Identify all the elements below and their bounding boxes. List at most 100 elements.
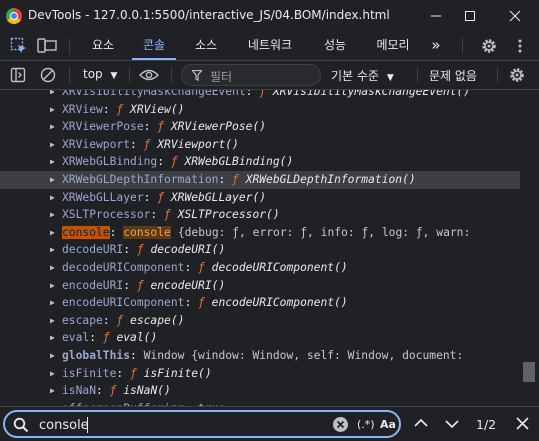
expand-arrow-icon[interactable]: ▶ (50, 347, 55, 365)
property-key: XRViewport (62, 137, 131, 151)
tab-console[interactable]: 콘솔 (132, 32, 176, 60)
console-property-row[interactable]: ▶ XRWebGLLayer: ƒ XRWebGLLayer() (0, 189, 520, 207)
property-key: isFinite (62, 366, 117, 380)
tab-memory[interactable]: 메모리 (365, 32, 421, 60)
previous-match-icon[interactable] (414, 418, 428, 428)
match-case-toggle[interactable]: Aa (380, 418, 396, 431)
property-value: isNaN() (123, 384, 171, 398)
console-property-row[interactable]: ▶ XRWebGLDepthInformation: ƒ XRWebGLDepth… (0, 171, 520, 189)
property-value: isFinite() (143, 366, 212, 380)
console-property-row[interactable]: ▶ decodeURI: ƒ decodeURI() (0, 241, 520, 259)
tab-network[interactable]: 네트워크 (236, 32, 304, 60)
property-value: XRViewport() (157, 137, 239, 151)
property-value: XRVisibilityMaskChangeEvent() (272, 90, 471, 98)
expand-arrow-icon[interactable]: ▶ (50, 329, 55, 347)
clear-console-icon[interactable] (38, 65, 58, 85)
expand-arrow-icon[interactable]: ▶ (50, 294, 55, 312)
console-property-row[interactable]: ▶ encodeURI: ƒ encodeURI() (0, 277, 520, 295)
expand-arrow-icon[interactable]: ▶ (50, 171, 55, 189)
tab-elements[interactable]: 요소 (82, 32, 124, 60)
log-levels-label: 기본 수준 (331, 69, 379, 83)
panel-tab-bar: 요소 콘솔 소스 네트워크 성능 메모리 » (0, 32, 539, 61)
expand-arrow-icon[interactable]: ▶ (50, 259, 55, 277)
expand-arrow-icon[interactable]: ▶ (50, 101, 55, 119)
expand-arrow-icon[interactable]: ▶ (50, 153, 55, 171)
console-property-row[interactable]: ▶ isNaN: ƒ isNaN() (0, 382, 520, 400)
chrome-icon (6, 8, 22, 24)
console-property-row[interactable]: ▶ encodeURIComponent: ƒ encodeURIComponen… (0, 294, 520, 312)
property-key: XRWebGLBinding (62, 155, 158, 169)
console-property-row[interactable]: ▶ XRViewport: ƒ XRViewport() (0, 136, 520, 154)
chevron-down-icon: ▼ (110, 71, 118, 81)
console-property-row[interactable]: ▶ XRView: ƒ XRView() (0, 101, 520, 119)
minimize-button[interactable] (419, 0, 453, 32)
expand-arrow-icon[interactable]: ▶ (50, 224, 55, 242)
property-key: decodeURI (62, 243, 124, 257)
expand-arrow-icon[interactable]: ▶ (50, 312, 55, 330)
search-input[interactable]: console (39, 418, 89, 433)
more-options-icon[interactable] (510, 36, 530, 56)
live-expression-eye-icon[interactable] (139, 65, 159, 85)
more-tabs-button[interactable]: » (424, 32, 448, 60)
property-key: XRViewerPose (62, 120, 144, 134)
console-property-row[interactable]: ▶ XRVisibilityMaskChangeEvent: ƒ XRVisibi… (0, 90, 520, 101)
property-key: encodeURIComponent (62, 296, 185, 310)
search-field[interactable]: console (.*) Aa (3, 410, 401, 438)
search-icon (13, 417, 29, 433)
issues-counter[interactable]: 문제 없음 (429, 67, 477, 84)
property-value: XRWebGLLayer() (170, 190, 267, 204)
property-key: XRView (62, 102, 103, 116)
scrollbar-thumb[interactable] (523, 362, 535, 382)
regex-toggle[interactable]: (.*) (357, 418, 375, 431)
property-value: decodeURI() (150, 243, 226, 257)
close-icon (509, 10, 521, 22)
console-property-row[interactable]: ▶ globalThis: Window {window: Window, sel… (0, 347, 520, 365)
console-property-row[interactable]: ▶ XSLTProcessor: ƒ XSLTProcessor() (0, 206, 520, 224)
clear-icon[interactable] (333, 417, 348, 432)
console-property-row[interactable]: ▶ XRWebGLBinding: ƒ XRWebGLBinding() (0, 153, 520, 171)
console-property-row[interactable]: ▶ escape: ƒ escape() (0, 312, 520, 330)
console-property-row[interactable]: ▶ isFinite: ƒ isFinite() (0, 365, 520, 383)
window-title: DevTools - 127.0.0.1:5500/interactive_JS… (28, 8, 390, 22)
expand-arrow-icon[interactable]: ▶ (50, 118, 55, 136)
inspect-element-icon[interactable] (9, 36, 29, 56)
filter-placeholder: 필터 (210, 70, 233, 84)
close-window-button[interactable] (498, 0, 532, 32)
property-key: globalThis (62, 349, 131, 362)
console-property-row[interactable]: ▶ console: console {debug: ƒ, error: ƒ, in… (0, 224, 520, 242)
expand-arrow-icon[interactable]: ▶ (50, 206, 55, 224)
console-settings-gear-icon[interactable] (507, 65, 527, 85)
property-key: XRVisibilityMaskChangeEvent (62, 90, 246, 98)
tab-sources[interactable]: 소스 (184, 32, 228, 60)
expand-arrow-icon[interactable]: ▶ (50, 189, 55, 207)
property-value: encodeURIComponent() (211, 296, 348, 310)
close-search-icon[interactable] (516, 417, 529, 430)
console-property-row[interactable]: ▶ decodeURIComponent: ƒ decodeURIComponen… (0, 259, 520, 277)
log-levels-dropdown[interactable]: 기본 수준 ▼ (331, 67, 394, 84)
device-toolbar-icon[interactable] (37, 36, 57, 56)
expand-arrow-icon[interactable]: ▶ (50, 90, 55, 101)
maximize-icon (465, 11, 475, 21)
expand-arrow-icon[interactable]: ▶ (50, 136, 55, 154)
property-value: {debug: ƒ, error: ƒ, info: ƒ, log: ƒ, wa… (177, 225, 471, 239)
property-key: XSLTProcessor (62, 208, 151, 222)
filter-input[interactable]: 필터 (181, 64, 321, 86)
console-scrollbar[interactable] (520, 90, 539, 406)
console-output: ▶ XRVisibilityMaskChangeEvent: ƒ XRVisibi… (0, 90, 520, 406)
property-value: encodeURI() (150, 278, 226, 292)
expand-arrow-icon[interactable]: ▶ (50, 277, 55, 295)
property-key: encodeURI (62, 278, 124, 292)
sidebar-toggle-icon[interactable] (8, 65, 28, 85)
console-property-row[interactable]: ▶ eval: ƒ eval() (0, 329, 520, 347)
expand-arrow-icon[interactable]: ▶ (50, 241, 55, 259)
context-selector[interactable]: top ▼ (83, 67, 117, 81)
tab-performance[interactable]: 성능 (313, 32, 357, 60)
maximize-button[interactable] (453, 0, 487, 32)
settings-gear-icon[interactable] (479, 36, 499, 56)
expand-arrow-icon[interactable]: ▶ (50, 382, 55, 400)
property-key: eval (62, 331, 90, 345)
next-match-icon[interactable] (445, 419, 459, 429)
property-value: XRWebGLBinding() (184, 155, 294, 169)
console-property-row[interactable]: ▶ XRViewerPose: ƒ XRViewerPose() (0, 118, 520, 136)
expand-arrow-icon[interactable]: ▶ (50, 365, 55, 383)
